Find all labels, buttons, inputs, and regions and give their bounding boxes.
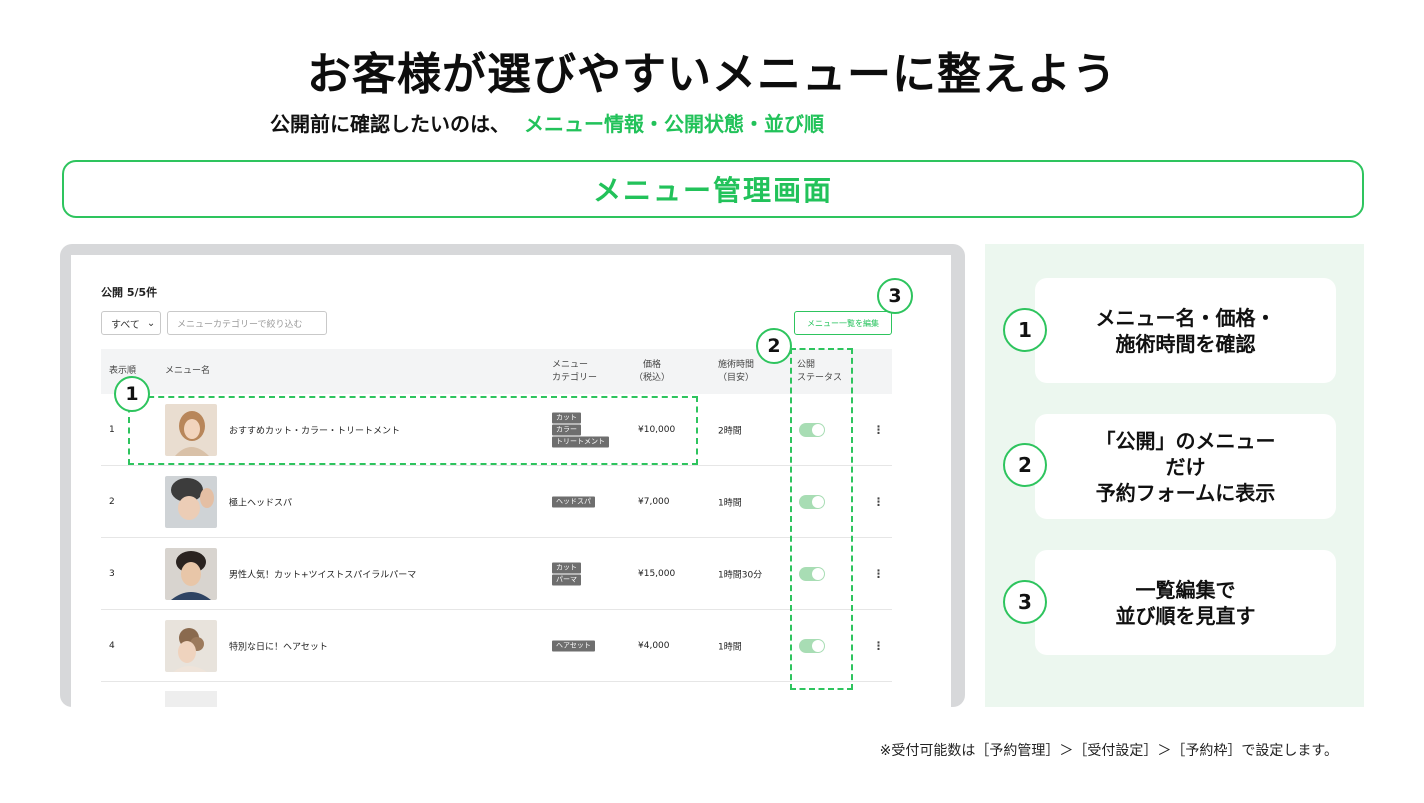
banner-label: メニュー管理画面: [592, 174, 833, 207]
publish-count: 公開 5/5件: [101, 286, 158, 299]
row-duration: 2時間: [718, 426, 742, 436]
row-menu-name[interactable]: 特別な日に！ヘアセット: [229, 639, 328, 652]
category-tag: ヘアセット: [552, 640, 595, 651]
row-tags: カット パーマ: [552, 561, 581, 586]
filter-select[interactable]: すべて ⌄: [101, 311, 161, 335]
col-duration: 施術時間 （目安）: [718, 359, 754, 385]
subtitle: 公開前に確認したいのは、 メニュー情報・公開状態・並び順: [270, 108, 824, 137]
menu-thumbnail: [165, 476, 217, 528]
category-tag: カット: [552, 562, 581, 573]
panel-number-2: 2: [1003, 443, 1047, 487]
row-tags: ヘッドスパ: [552, 495, 595, 508]
col-category-line2: カテゴリー: [552, 373, 598, 383]
row-price: ¥4,000: [638, 640, 670, 651]
category-filter-input[interactable]: メニューカテゴリーで絞り込む: [167, 311, 327, 335]
row-menu-name[interactable]: 極上ヘッドスパ: [229, 495, 292, 508]
col-category-line1: メニュー: [552, 360, 589, 370]
col-category: メニュー カテゴリー: [552, 359, 597, 385]
row-order: 4: [109, 640, 115, 651]
card-line: 予約フォームに表示: [1095, 480, 1276, 505]
row-order: 1: [109, 424, 115, 435]
chevron-down-icon: ⌄: [146, 317, 156, 329]
card-line: だけ: [1165, 454, 1206, 479]
category-tag: ヘッドスパ: [552, 496, 595, 507]
edit-menu-list-button[interactable]: メニュー一覧を編集: [794, 311, 892, 335]
more-menu-icon[interactable]: ⋮: [873, 423, 884, 436]
more-menu-icon[interactable]: ⋮: [873, 567, 884, 580]
card-line: 一覧編集で: [1135, 577, 1236, 602]
menu-thumbnail: [165, 620, 217, 672]
card-line: 並び順を見直す: [1115, 603, 1256, 628]
highlight-publish-status: [790, 348, 853, 690]
card-line: 施術時間を確認: [1115, 331, 1256, 356]
row-order: 2: [109, 496, 115, 507]
table-row[interactable]: 2 極上ヘッドスパ ヘッドスパ ¥7,000 1時間 ⋮: [101, 466, 892, 538]
page-title: お客様が選びやすいメニューに整えよう: [307, 49, 1117, 100]
category-tag: パーマ: [552, 574, 581, 585]
col-duration-line2: （目安）: [718, 373, 755, 383]
row-tags: ヘアセット: [552, 639, 595, 652]
table-row[interactable]: 3 男性人気！カット+ツイストスパイラルパーマ カット パーマ ¥15,000 …: [101, 538, 892, 610]
footnote: ※受付可能数は［予約管理］＞［受付設定］＞［予約枠］で設定します。: [879, 743, 1338, 759]
callout-2: 2: [756, 328, 792, 364]
card-line: 「公開」のメニュー: [1095, 428, 1276, 453]
more-menu-icon[interactable]: ⋮: [873, 495, 884, 508]
row-price: ¥15,000: [638, 568, 676, 579]
panel-number-3: 3: [1003, 580, 1047, 624]
col-name: メニュー名: [165, 366, 211, 376]
explanation-card-1: メニュー名・価格・ 施術時間を確認: [1035, 278, 1336, 383]
table-row-partial: [101, 683, 892, 707]
device-frame: 公開 5/5件 すべて ⌄ メニューカテゴリーで絞り込む メニュー一覧を編集 表…: [60, 244, 965, 707]
card-line: メニュー名・価格・: [1095, 305, 1276, 330]
filter-select-value: すべて: [111, 319, 140, 331]
explanation-panel: メニュー名・価格・ 施術時間を確認 1 「公開」のメニュー だけ 予約フォームに…: [985, 244, 1364, 707]
menu-thumbnail: [165, 548, 217, 600]
col-price-line2: （税込）: [634, 373, 671, 383]
explanation-card-3: 一覧編集で 並び順を見直す: [1035, 550, 1336, 655]
callout-1: 1: [114, 376, 150, 412]
highlight-menu-info: [128, 396, 698, 465]
subtitle-highlight: メニュー情報・公開状態・並び順: [524, 112, 824, 136]
row-order: 3: [109, 568, 115, 579]
col-price-line1: 価格: [643, 360, 662, 370]
row-duration: 1時間30分: [718, 570, 763, 580]
col-price: 価格 （税込）: [634, 359, 670, 385]
explanation-card-2: 「公開」のメニュー だけ 予約フォームに表示: [1035, 414, 1336, 519]
row-menu-name[interactable]: 男性人気！カット+ツイストスパイラルパーマ: [229, 567, 416, 580]
subtitle-lead: 公開前に確認したいのは、: [270, 112, 510, 136]
row-duration: 1時間: [718, 642, 742, 652]
more-menu-icon[interactable]: ⋮: [873, 639, 884, 652]
panel-number-1: 1: [1003, 308, 1047, 352]
col-duration-line1: 施術時間: [718, 360, 755, 370]
row-price: ¥7,000: [638, 496, 670, 507]
callout-3: 3: [877, 278, 913, 314]
menu-thumbnail: [165, 691, 217, 707]
screen-banner: メニュー管理画面: [62, 160, 1364, 218]
table-row[interactable]: 4 特別な日に！ヘアセット ヘアセット ¥4,000 1時間 ⋮: [101, 610, 892, 682]
row-duration: 1時間: [718, 498, 742, 508]
menu-management-screen: 公開 5/5件 すべて ⌄ メニューカテゴリーで絞り込む メニュー一覧を編集 表…: [71, 255, 951, 707]
